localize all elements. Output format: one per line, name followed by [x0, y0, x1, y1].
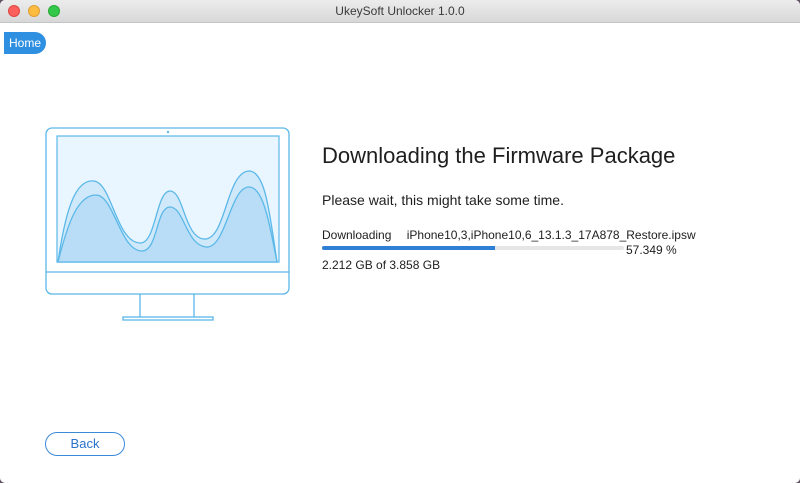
home-button[interactable]: Home: [4, 32, 46, 54]
download-label: Downloading: [322, 228, 392, 242]
download-size: 2.212 GB of 3.858 GB: [322, 258, 441, 272]
firmware-file-name: iPhone10,3,iPhone10,6_13.1.3_17A878_Rest…: [406, 228, 696, 242]
download-progress-bar: [322, 246, 624, 250]
app-window: UkeySoft Unlocker 1.0.0 Home Downloading…: [0, 0, 800, 483]
download-progress-fill: [322, 246, 496, 250]
wait-message: Please wait, this might take some time.: [322, 192, 564, 208]
back-button[interactable]: Back: [45, 432, 125, 456]
monitor-illustration-icon: [44, 127, 292, 328]
window-title: UkeySoft Unlocker 1.0.0: [335, 4, 465, 18]
progress-percent: 57.349 %: [626, 243, 677, 257]
page-heading: Downloading the Firmware Package: [322, 143, 676, 168]
title-bar: UkeySoft Unlocker 1.0.0: [0, 0, 800, 23]
download-status-row: Downloading iPhone10,3,iPhone10,6_13.1.3…: [322, 228, 696, 242]
